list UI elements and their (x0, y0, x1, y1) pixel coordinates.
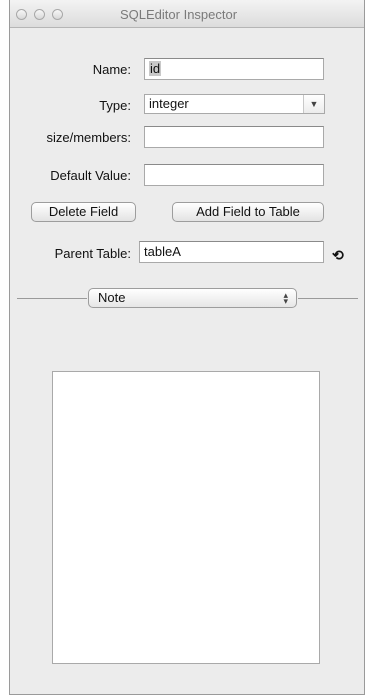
name-label: Name: (92, 62, 131, 77)
name-field[interactable]: id (144, 58, 324, 80)
default-value-field[interactable] (144, 164, 324, 186)
window-title: SQLEditor Inspector (120, 7, 238, 22)
loop-arrow-icon[interactable]: ⟲ (332, 248, 344, 262)
section-popup-value: Note (98, 290, 126, 305)
size-members-label: size/members: (46, 130, 131, 145)
chevron-down-icon[interactable]: ▼ (303, 95, 324, 113)
close-window-icon[interactable] (16, 9, 27, 20)
size-members-field[interactable] (144, 126, 324, 148)
default-value-label: Default Value: (50, 168, 131, 183)
title-bar[interactable]: SQLEditor Inspector (10, 0, 364, 28)
delete-field-button[interactable]: Delete Field (31, 202, 136, 222)
parent-table-label: Parent Table: (54, 246, 131, 261)
inspector-window: SQLEditor Inspector Name: id Type: integ… (9, 0, 365, 695)
separator-right (298, 298, 358, 299)
name-value: id (149, 61, 162, 76)
note-textarea[interactable] (52, 371, 320, 664)
zoom-window-icon[interactable] (52, 9, 63, 20)
type-label: Type: (99, 98, 131, 113)
type-select[interactable]: integer ▼ (144, 94, 325, 114)
type-value: integer (149, 96, 189, 111)
section-popup[interactable]: Note ▴ ▾ (88, 288, 297, 308)
up-down-arrows-icon: ▴ ▾ (283, 290, 288, 306)
minimize-window-icon[interactable] (34, 9, 45, 20)
parent-table-field[interactable]: tableA (139, 241, 324, 263)
add-field-to-table-button[interactable]: Add Field to Table (172, 202, 324, 222)
separator-left (17, 298, 87, 299)
